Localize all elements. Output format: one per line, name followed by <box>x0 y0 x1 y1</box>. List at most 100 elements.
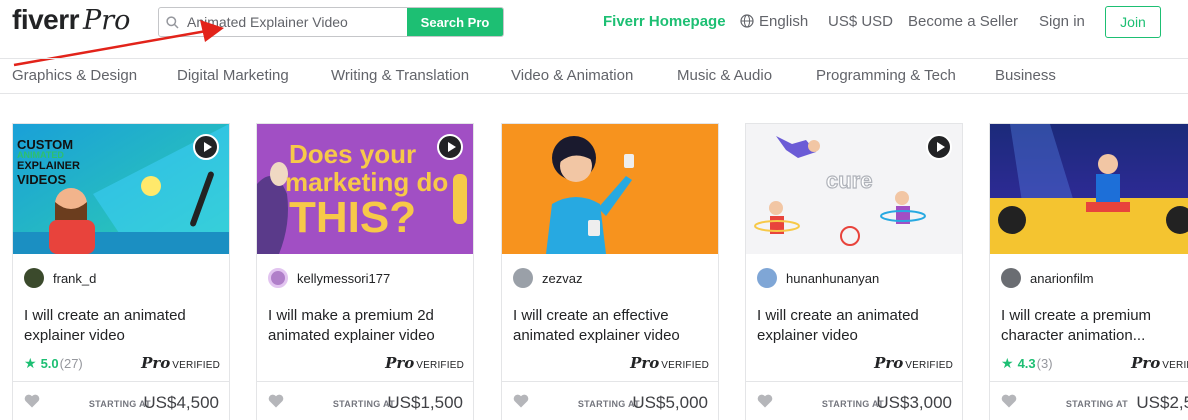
rating-count: (3) <box>1036 356 1053 371</box>
verified-label: VERIFIED <box>1162 360 1188 371</box>
gig-card-footer: STARTING AT US$2,500 <box>990 381 1188 420</box>
pro-badge-mark: Pro <box>630 354 660 372</box>
gig-title[interactable]: I will create an animated explainer vide… <box>24 306 220 346</box>
top-header: fiverr Pro Search Pro Fiverr Homepage En… <box>0 0 1188 44</box>
heart-icon[interactable] <box>24 394 40 408</box>
seller-avatar[interactable] <box>513 268 533 288</box>
verified-label: VERIFIED <box>661 360 709 371</box>
pro-verified-badge: Pro VERIFIED <box>385 354 464 372</box>
gig-price: US$3,000 <box>876 393 952 412</box>
gig-card[interactable]: zezvaz I will create an effective animat… <box>501 123 719 420</box>
gig-title[interactable]: I will create an effective animated expl… <box>513 306 709 346</box>
seller-name[interactable]: kellymessori177 <box>297 271 390 286</box>
gig-thumbnail[interactable]: CUSTOM ANIMATED EXPLAINER VIDEOS <box>13 124 229 254</box>
gig-price: US$2,500 <box>1136 393 1188 412</box>
search-pro-button[interactable]: Search Pro <box>407 8 503 36</box>
category-video-animation[interactable]: Video & Animation <box>511 67 633 84</box>
thumbnail-text-line: THIS? <box>289 193 417 242</box>
gig-card[interactable]: anarionfilm I will create a premium char… <box>989 123 1188 420</box>
pro-badge-mark: Pro <box>874 354 904 372</box>
play-icon[interactable] <box>926 134 952 160</box>
seller-info: hunanhunanyan <box>757 268 879 288</box>
thumbnail-text-line: Does your <box>289 139 417 169</box>
fiverr-pro-logo[interactable]: fiverr Pro <box>12 4 130 40</box>
starting-at-label: STARTING AT <box>332 399 395 409</box>
category-graphics-design[interactable]: Graphics & Design <box>12 67 137 84</box>
verified-label: VERIFIED <box>416 360 464 371</box>
category-programming-tech[interactable]: Programming & Tech <box>816 67 956 84</box>
gig-price: US$1,500 <box>387 393 463 412</box>
gig-price: US$5,000 <box>632 393 708 412</box>
category-writing-translation[interactable]: Writing & Translation <box>331 67 469 84</box>
heart-icon[interactable] <box>1001 394 1017 408</box>
seller-avatar[interactable] <box>268 268 288 288</box>
thumbnail-text-line: marketing do <box>285 167 449 197</box>
gig-thumbnail[interactable]: cure <box>746 124 962 254</box>
rating-value: 5.0 <box>40 356 59 371</box>
gig-title[interactable]: I will make a premium 2d animated explai… <box>268 306 464 346</box>
language-label: English <box>759 13 809 30</box>
seller-info: kellymessori177 <box>268 268 390 288</box>
gig-card-footer: STARTING AT US$1,500 <box>257 381 473 420</box>
thumbnail-illustration <box>502 124 718 254</box>
seller-name[interactable]: hunanhunanyan <box>786 271 879 286</box>
verified-label: VERIFIED <box>172 360 220 371</box>
thumbnail-caption: Does your marketing do THIS? <box>285 139 448 242</box>
heart-icon[interactable] <box>513 394 529 408</box>
category-music-audio[interactable]: Music & Audio <box>677 67 772 84</box>
pro-verified-badge: Pro VERIFIED <box>1131 354 1188 372</box>
join-button[interactable]: Join <box>1105 6 1161 38</box>
verified-label: VERIFIED <box>905 360 953 371</box>
logo-wordmark: fiverr <box>12 4 80 35</box>
seller-name[interactable]: zezvaz <box>542 271 582 286</box>
play-icon[interactable] <box>193 134 219 160</box>
seller-name[interactable]: frank_d <box>53 271 96 286</box>
heart-icon[interactable] <box>757 394 773 408</box>
fiverr-homepage-link[interactable]: Fiverr Homepage <box>603 13 726 30</box>
gig-card[interactable]: Does your marketing do THIS? kellymessor… <box>256 123 474 420</box>
gig-rating: ★ 5.0 (27) <box>24 355 83 372</box>
seller-info: anarionfilm <box>1001 268 1094 288</box>
seller-info: frank_d <box>24 268 96 288</box>
star-icon: ★ <box>1001 355 1014 371</box>
category-business[interactable]: Business <box>995 67 1056 84</box>
gig-title[interactable]: I will create a premium character animat… <box>1001 306 1188 346</box>
seller-name[interactable]: anarionfilm <box>1030 271 1094 286</box>
become-seller-link[interactable]: Become a Seller <box>908 13 1018 30</box>
gig-title[interactable]: I will create an animated explainer vide… <box>757 306 953 346</box>
seller-avatar[interactable] <box>757 268 777 288</box>
language-selector[interactable]: English <box>740 13 808 30</box>
starting-at-label: STARTING AT <box>821 399 884 409</box>
seller-avatar[interactable] <box>24 268 44 288</box>
gig-card[interactable]: CUSTOM ANIMATED EXPLAINER VIDEOS frank_d… <box>12 123 230 420</box>
gig-card-footer: STARTING AT US$3,000 <box>746 381 962 420</box>
currency-selector[interactable]: US$ USD <box>828 13 893 30</box>
gig-thumbnail[interactable]: Does your marketing do THIS? <box>257 124 473 254</box>
play-icon[interactable] <box>437 134 463 160</box>
gig-thumbnail[interactable] <box>990 124 1188 254</box>
seller-info: zezvaz <box>513 268 582 288</box>
pro-badge-mark: Pro <box>141 354 171 372</box>
sign-in-link[interactable]: Sign in <box>1039 13 1085 30</box>
rating-count: (27) <box>59 356 83 371</box>
thumbnail-text-line: ANIMATED <box>17 150 64 160</box>
starting-at-label: STARTING AT <box>1065 399 1128 409</box>
seller-avatar[interactable] <box>1001 268 1021 288</box>
gig-rating: ★ 4.3 (3) <box>1001 355 1053 372</box>
heart-icon[interactable] <box>268 394 284 408</box>
search-bar: Search Pro <box>158 7 504 37</box>
logo-pro-mark: Pro <box>83 5 131 36</box>
gig-card[interactable]: cure hunanhunanyan I will create an anim… <box>745 123 963 420</box>
search-input[interactable] <box>185 8 407 36</box>
pro-badge-mark: Pro <box>385 354 415 372</box>
gig-card-footer: STARTING AT US$5,000 <box>502 381 718 420</box>
thumbnail-caption: cure <box>825 167 873 193</box>
pro-verified-badge: Pro VERIFIED <box>874 354 953 372</box>
pro-badge-mark: Pro <box>1131 354 1161 372</box>
globe-icon <box>740 14 754 28</box>
thumbnail-text-line: VIDEOS <box>17 172 67 187</box>
pro-verified-badge: Pro VERIFIED <box>630 354 709 372</box>
category-digital-marketing[interactable]: Digital Marketing <box>177 67 289 84</box>
gig-thumbnail[interactable] <box>502 124 718 254</box>
star-icon: ★ <box>24 355 37 371</box>
